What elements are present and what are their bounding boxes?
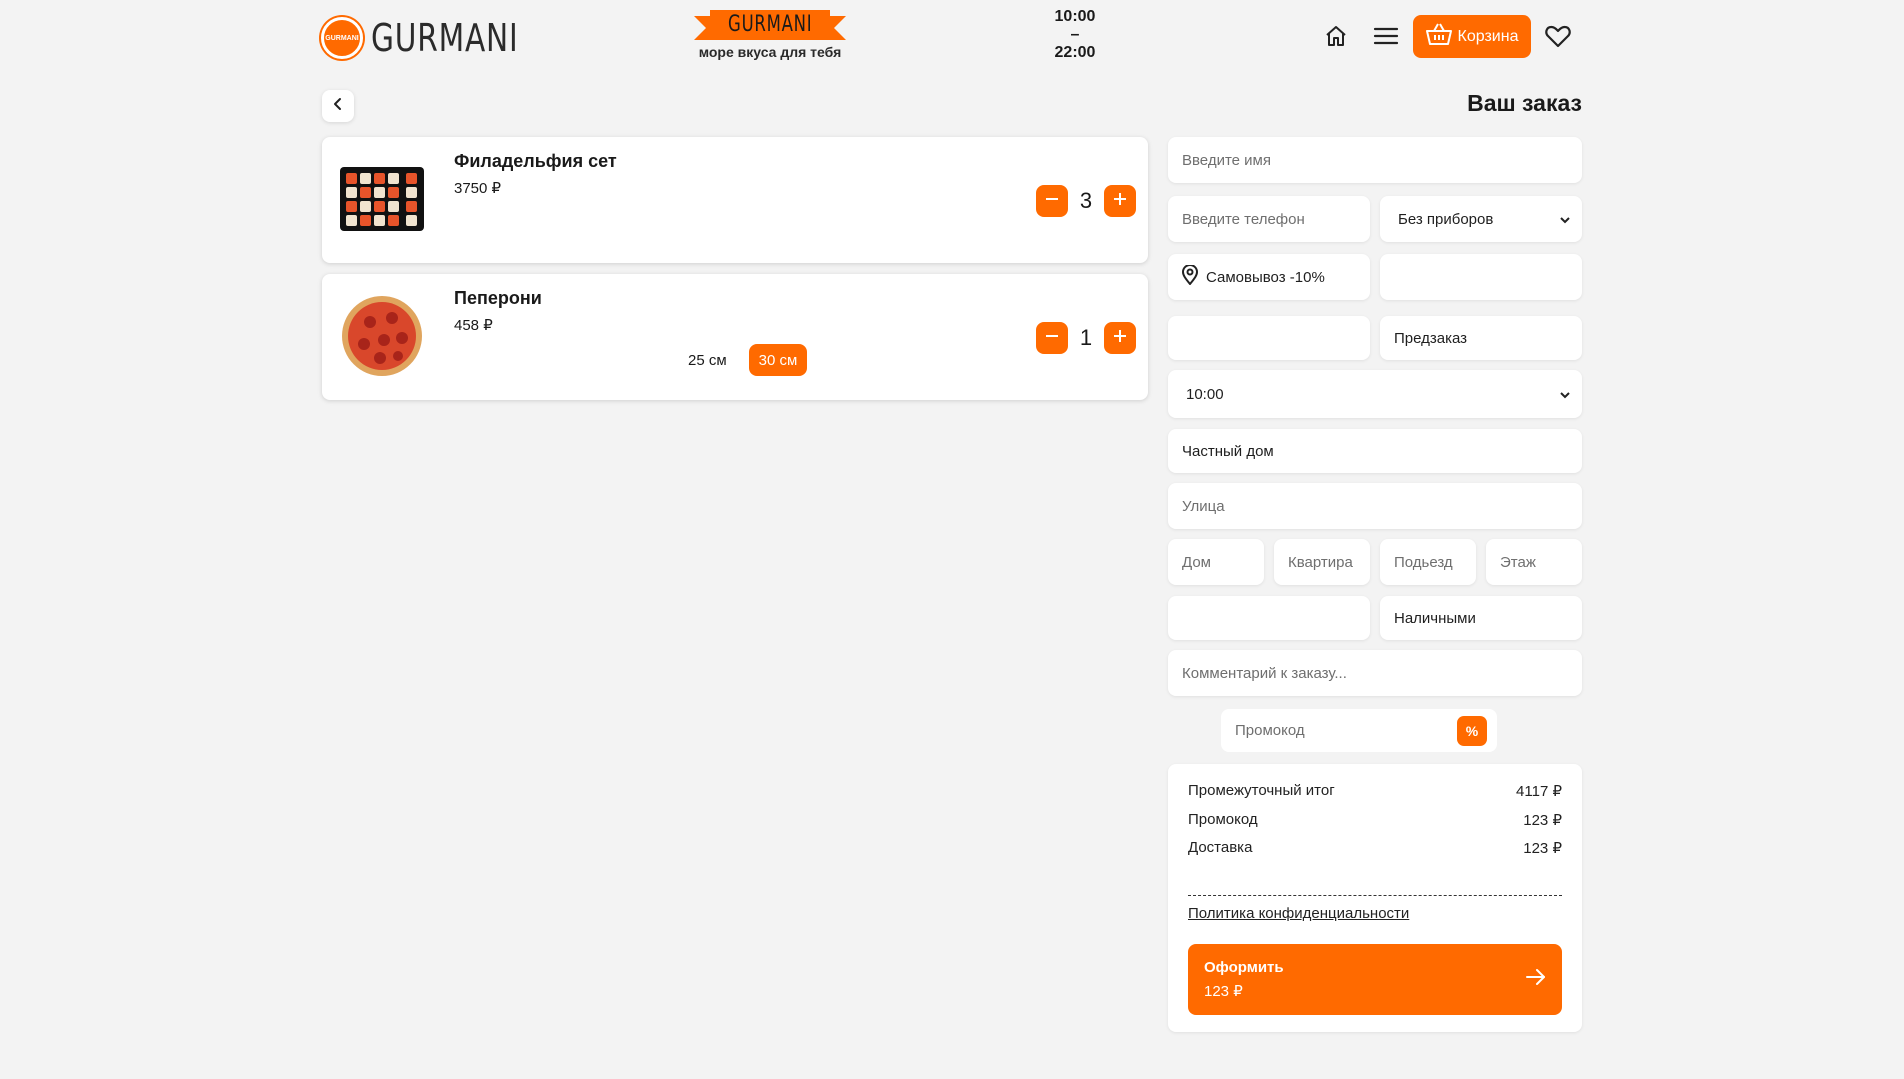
center-brand: GURMANI море вкуса для тебя: [694, 10, 846, 60]
site-logo[interactable]: GURMANI GURMANI: [321, 16, 560, 60]
cashless-option[interactable]: Безналичными: [1168, 596, 1370, 640]
quantity-value: 1: [1079, 325, 1093, 350]
chevron-down-icon: [1560, 386, 1570, 403]
heart-icon[interactable]: [1542, 20, 1574, 52]
cutlery-value: Без приборов: [1398, 210, 1494, 228]
car-icon: [1390, 267, 1410, 287]
item-name: Филадельфия сет: [454, 151, 617, 171]
apartment-input[interactable]: Квартира: [1274, 539, 1370, 585]
time-select[interactable]: 10:00: [1168, 370, 1582, 418]
pickup-label: Самовывоз -10%: [1206, 268, 1325, 286]
increase-button[interactable]: [1104, 322, 1136, 354]
arrow-right-icon: [1526, 968, 1546, 990]
comment-input[interactable]: Комментарий к заказу...: [1168, 650, 1582, 696]
cart-label: Корзина: [1457, 27, 1519, 45]
pickup-option[interactable]: Самовывоз -10%: [1168, 254, 1370, 300]
house-input[interactable]: Дом: [1168, 539, 1264, 585]
chevron-down-icon: [1560, 211, 1570, 228]
home-icon[interactable]: [1320, 20, 1352, 52]
promo-apply-button[interactable]: %: [1457, 715, 1487, 746]
summary-value: 123 ₽: [1523, 840, 1562, 857]
house-type-option[interactable]: Частный дом: [1168, 429, 1582, 473]
plus-icon: [1112, 191, 1128, 212]
checkout-label: Оформить: [1204, 958, 1284, 976]
location-pin-icon: [1181, 264, 1199, 289]
summary-label: Доставка: [1188, 839, 1253, 856]
quantity-stepper: 1: [1036, 322, 1136, 354]
size-selector: 25 см 30 см: [678, 344, 808, 376]
summary-label: Промежуточный итог: [1188, 782, 1335, 799]
phone-input[interactable]: Введите телефон: [1168, 196, 1370, 242]
logo-badge-text: GURMANI: [325, 34, 359, 42]
page-title: Ваш заказ: [1467, 90, 1582, 116]
sushi-set-image: [340, 163, 424, 235]
nearest-time-option[interactable]: Ближайшее время: [1168, 316, 1370, 360]
hours-open: 10:00: [1054, 8, 1096, 25]
summary-row: Промежуточный итог 4117 ₽: [1188, 782, 1562, 811]
summary-value: 123 ₽: [1523, 811, 1562, 829]
item-name: Пеперони: [454, 288, 542, 308]
entrance-input[interactable]: Подьезд: [1380, 539, 1476, 585]
delivery-label: Доставка по адресу: [1418, 268, 1556, 286]
chevron-left-icon: [332, 97, 344, 116]
size-option-selected[interactable]: 30 см: [748, 344, 808, 376]
basket-icon: [1425, 23, 1452, 50]
cart-button[interactable]: Корзина: [1413, 15, 1531, 58]
plus-icon: [1112, 328, 1128, 349]
street-input[interactable]: Улица: [1168, 483, 1582, 529]
logo-badge-icon: GURMANI: [321, 17, 363, 59]
floor-input[interactable]: Этаж: [1486, 539, 1582, 585]
time-value: 10:00: [1186, 385, 1224, 403]
hours-close: 22:00: [1054, 44, 1096, 61]
promo-field[interactable]: Промокод %: [1221, 709, 1497, 752]
quantity-stepper: 3: [1036, 185, 1136, 217]
cutlery-select[interactable]: Без приборов: [1380, 196, 1582, 242]
summary-value: 4117 ₽: [1516, 783, 1562, 800]
pizza-image: [340, 296, 424, 376]
preorder-option[interactable]: Предзаказ: [1380, 316, 1582, 360]
hours-separator: –: [1070, 26, 1080, 43]
size-option[interactable]: 25 см: [678, 344, 737, 376]
brand-ribbon: GURMANI: [694, 10, 846, 40]
brand-ribbon-text: GURMANI: [727, 12, 813, 37]
cart-item: Пеперони 458 ₽ 25 см 30 см 1: [322, 274, 1148, 400]
delivery-option[interactable]: Доставка по адресу: [1380, 254, 1582, 300]
order-summary: Промежуточный итог 4117 ₽ Промокод 123 ₽…: [1168, 764, 1582, 1032]
summary-row: Доставка 123 ₽: [1188, 839, 1562, 868]
divider: [1188, 894, 1562, 896]
working-hours: 10:00 – 22:00: [1040, 8, 1110, 62]
summary-row: Промокод 123 ₽: [1188, 811, 1562, 840]
promo-input[interactable]: Промокод: [1235, 722, 1305, 739]
menu-icon[interactable]: [1370, 20, 1402, 52]
minus-icon: [1044, 328, 1060, 349]
item-price: 458 ₽: [454, 317, 493, 334]
minus-icon: [1044, 191, 1060, 212]
item-price: 3750 ₽: [454, 180, 502, 197]
quantity-value: 3: [1079, 188, 1093, 213]
logo-text: GURMANI: [371, 16, 519, 60]
decrease-button[interactable]: [1036, 322, 1068, 354]
back-button[interactable]: [322, 90, 354, 122]
increase-button[interactable]: [1104, 185, 1136, 217]
cash-option[interactable]: Наличными: [1380, 596, 1582, 640]
brand-tagline: море вкуса для тебя: [698, 44, 842, 60]
summary-label: Промокод: [1188, 810, 1258, 828]
checkout-total: 123 ₽: [1204, 982, 1243, 1000]
decrease-button[interactable]: [1036, 185, 1068, 217]
name-input[interactable]: Введите имя: [1168, 137, 1582, 183]
cart-item: Филадельфия сет 3750 ₽ 3: [322, 137, 1148, 263]
privacy-policy-link[interactable]: Политика конфиденциальности: [1188, 905, 1409, 922]
checkout-button[interactable]: Оформить 123 ₽: [1188, 943, 1562, 1015]
